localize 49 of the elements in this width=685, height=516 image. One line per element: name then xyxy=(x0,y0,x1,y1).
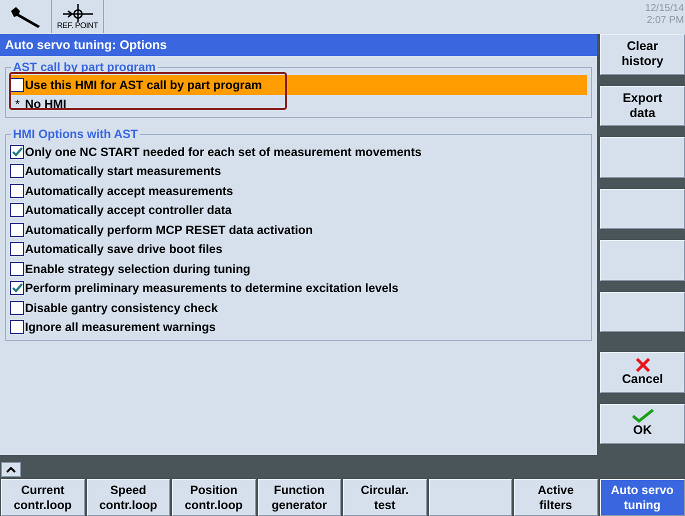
softkey[interactable]: Speed contr.loop xyxy=(86,479,170,516)
checkbox[interactable] xyxy=(10,184,24,198)
scroll-up-button[interactable] xyxy=(1,462,21,477)
softkey[interactable]: OK xyxy=(600,404,685,444)
empty-softkey[interactable] xyxy=(600,188,685,229)
checkbox[interactable] xyxy=(10,262,24,276)
option-label: Automatically perform MCP RESET data activation xyxy=(25,222,313,239)
empty-softkey[interactable] xyxy=(600,137,685,178)
option-label: No HMI xyxy=(25,96,66,114)
checkbox[interactable] xyxy=(10,144,24,159)
checkbox[interactable] xyxy=(10,242,24,256)
marker-text: * xyxy=(14,96,21,114)
softkey[interactable]: Cancel xyxy=(600,352,685,392)
checkbox[interactable] xyxy=(10,281,24,296)
checkbox[interactable] xyxy=(10,222,24,237)
empty-softkey[interactable] xyxy=(600,292,685,332)
option-label: Automatically start measurements xyxy=(25,163,222,180)
checkbox[interactable] xyxy=(10,78,24,92)
softkey[interactable]: Auto servo tuning xyxy=(600,479,685,516)
softkey[interactable]: Export data xyxy=(600,86,685,126)
checkbox[interactable] xyxy=(10,164,24,178)
softkey[interactable]: Active filters xyxy=(514,479,598,516)
softkey[interactable]: Current contr.loop xyxy=(1,479,84,516)
caret-icon xyxy=(6,466,16,472)
option-label: Automatically accept measurements xyxy=(25,182,234,200)
softkey[interactable]: Function generator xyxy=(258,479,341,516)
option-label: Automatically accept controller data xyxy=(25,202,232,220)
option-label: Disable gantry consistency check xyxy=(25,300,218,317)
softkey[interactable]: Clear history xyxy=(600,34,685,74)
option-label: Automatically save drive boot files xyxy=(25,241,222,258)
checkbox[interactable] xyxy=(10,320,24,334)
option-label: Perform preliminary measurements to determine excitation levels xyxy=(25,280,398,298)
option-label: Only one NC START needed for each set of measurement movements xyxy=(25,144,422,161)
empty-softkey[interactable] xyxy=(428,479,512,516)
checkbox[interactable] xyxy=(10,203,24,218)
time-text: 2:07 PM xyxy=(646,15,684,27)
softkey[interactable]: Circular. test xyxy=(343,479,426,516)
option-label: Enable strategy selection during tuning xyxy=(25,260,250,278)
softkey[interactable]: Position contr.loop xyxy=(172,479,256,516)
empty-softkey[interactable] xyxy=(600,240,685,280)
checkmark-icon xyxy=(632,409,654,424)
reference-point-icon xyxy=(60,4,94,22)
checkbox[interactable] xyxy=(10,300,24,315)
close-icon xyxy=(634,358,650,372)
option-label: Ignore all measurement warnings xyxy=(25,319,216,336)
window-title: Auto servo tuning: Options xyxy=(0,34,597,56)
option-label: Use this HMI for AST call by part program xyxy=(25,76,262,94)
date-text: 12/15/14 xyxy=(645,3,684,15)
group-title: HMI Options with AST xyxy=(11,127,140,141)
